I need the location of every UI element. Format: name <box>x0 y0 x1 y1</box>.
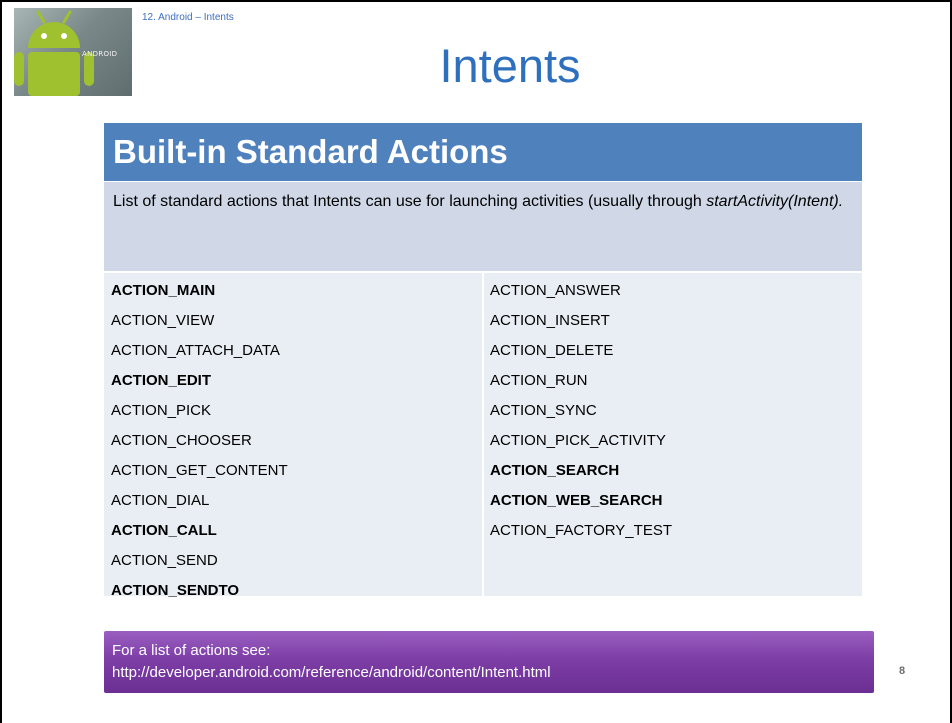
action-item: ACTION_PICK_ACTIVITY <box>490 432 666 449</box>
slide-border-top <box>0 0 952 2</box>
action-item: ACTION_ATTACH_DATA <box>111 342 280 359</box>
reference-link[interactable]: http://developer.android.com/reference/a… <box>112 662 551 684</box>
action-item: ACTION_SENDTO <box>111 582 240 599</box>
action-item: ACTION_GET_CONTENT <box>111 462 288 479</box>
action-item: ACTION_MAIN <box>111 282 216 299</box>
breadcrumb: 12. Android – Intents <box>142 12 234 23</box>
slide: ANDROID 12. Android – Intents Intents Bu… <box>0 0 952 723</box>
reference-label: For a list of actions see: <box>112 642 271 659</box>
slide-border-left <box>0 0 2 723</box>
action-item: ACTION_INSERT <box>490 312 610 329</box>
reference-callout-text: For a list of actions see: http://develo… <box>112 640 551 684</box>
page-number: 8 <box>899 665 906 677</box>
action-item: ACTION_FACTORY_TEST <box>490 522 672 539</box>
action-item: ACTION_DELETE <box>490 342 614 359</box>
description-plain: List of standard actions that Intents ca… <box>113 193 707 210</box>
action-item: ACTION_CHOOSER <box>111 432 252 449</box>
action-item: ACTION_DIAL <box>111 492 210 509</box>
action-item: ACTION_WEB_SEARCH <box>490 492 663 509</box>
action-item: ACTION_SYNC <box>490 402 597 419</box>
description-code: startActivity(Intent). <box>706 193 844 210</box>
action-item: ACTION_PICK <box>111 402 212 419</box>
slide-title: Intents <box>439 39 581 92</box>
action-item: ACTION_EDIT <box>111 372 212 389</box>
action-item: ACTION_CALL <box>111 522 217 539</box>
logo-wordmark: ANDROID <box>82 50 118 58</box>
actions-list-right: ACTION_ANSWER ACTION_INSERT ACTION_DELETE A… <box>490 276 672 546</box>
action-item: ACTION_SEARCH <box>490 462 620 479</box>
actions-list-left: ACTION_MAIN ACTION_VIEW ACTION_ATTACH_DATA… <box>111 276 288 606</box>
section-heading: Built-in Standard Actions <box>113 133 508 170</box>
action-item: ACTION_ANSWER <box>490 282 621 299</box>
description-text: List of standard actions that Intents ca… <box>113 190 848 215</box>
android-logo-icon: ANDROID <box>14 8 132 96</box>
action-item: ACTION_SEND <box>111 552 218 569</box>
action-item: ACTION_RUN <box>490 372 588 389</box>
action-item: ACTION_VIEW <box>111 312 215 329</box>
